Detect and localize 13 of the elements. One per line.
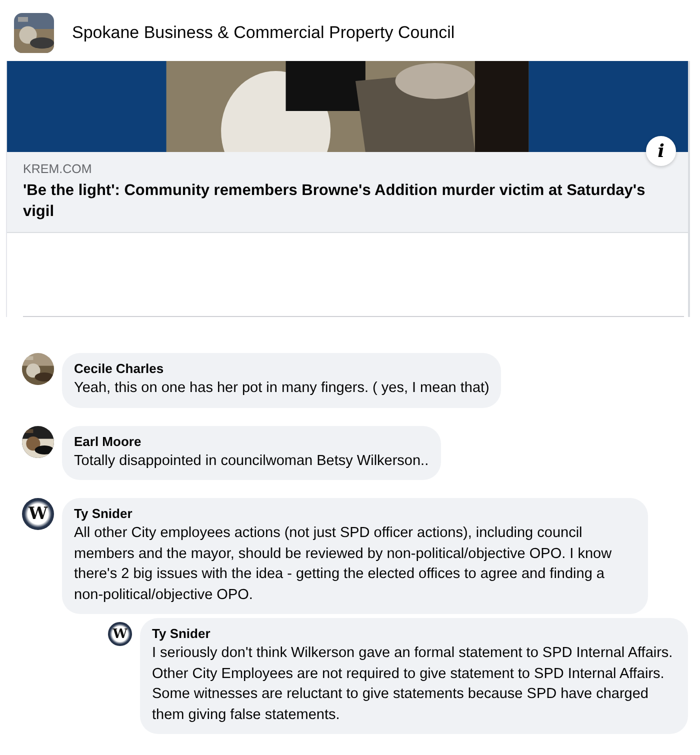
comment-author[interactable]: Earl Moore <box>74 434 429 448</box>
comment-text: Totally disappointed in councilwoman Betsy Wilkerson.. <box>74 452 429 470</box>
comment-text: Yeah, this on one has her pot in many fingers. ( yes, I mean that) <box>74 379 490 398</box>
link-headline[interactable]: 'Be the light': Community remembers Browne's Addition murder victim at Saturday's vigil <box>23 180 672 222</box>
comment-author[interactable]: Cecile Charles <box>74 361 490 376</box>
link-source: KREM.COM <box>23 162 93 176</box>
comment-author[interactable]: Ty Snider <box>74 506 636 521</box>
comment-author[interactable]: Ty Snider <box>152 626 676 641</box>
avatar[interactable]: W <box>22 498 54 530</box>
group-name[interactable]: Spokane Business & Commercial Property Council <box>72 23 455 43</box>
comment-text: All other City employees actions (not just SPD officer actions), including council members and the mayor, should be reviewed by non-political/objective OPO. I know there's 2 big issues with the idea - getting the elected offices to agree and finding a non-political/objective OPO. <box>74 524 613 604</box>
avatar[interactable]: W <box>108 622 132 646</box>
comment-text: I seriously don't think Wilkerson gave an formal statement to SPD Internal Affairs. Other City Employees are not required to give statement to SPD Internal Affairs. Some witnesses are reluctant to give statements because SPD have charged them giving false statements. <box>152 644 674 724</box>
